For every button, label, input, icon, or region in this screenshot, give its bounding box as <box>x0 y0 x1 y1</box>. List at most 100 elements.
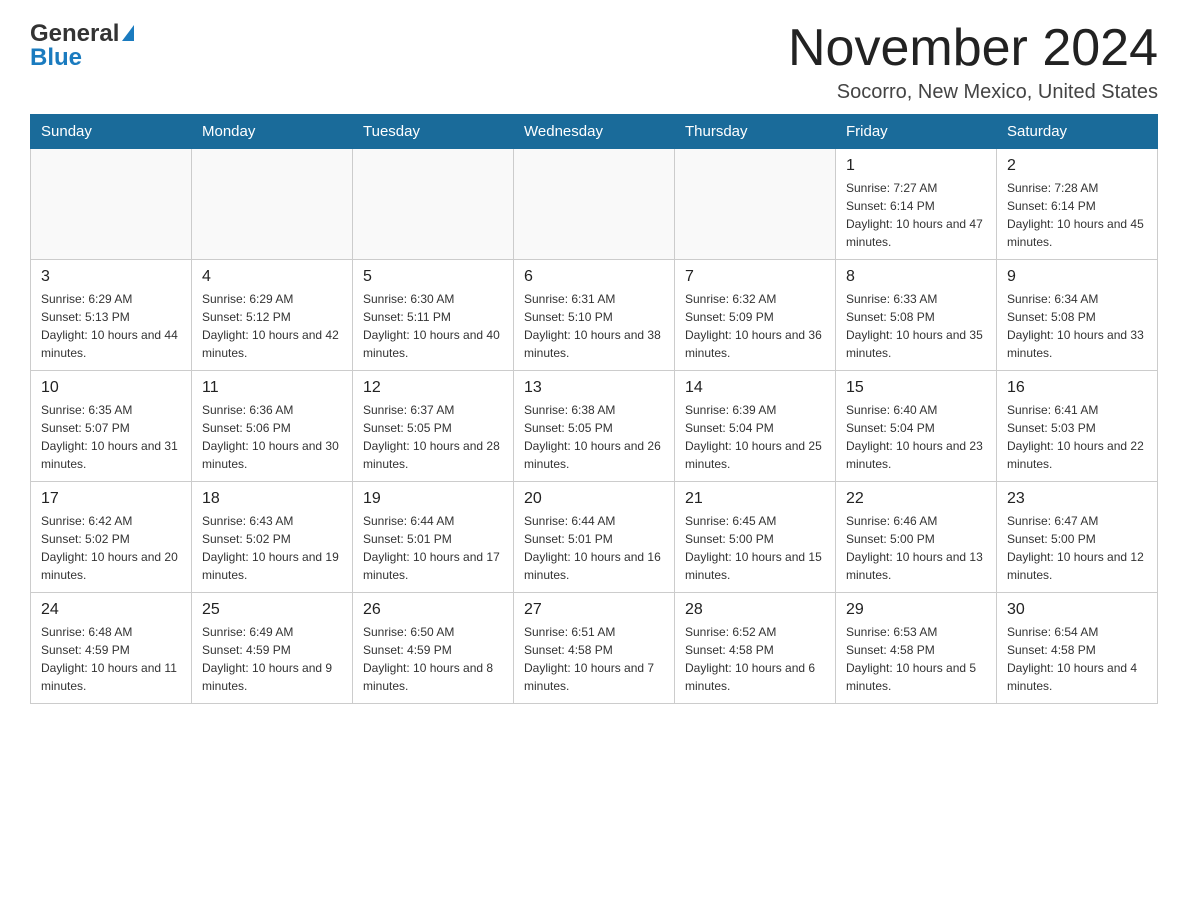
weekday-header-tuesday: Tuesday <box>353 115 514 149</box>
day-info: Sunrise: 7:27 AM Sunset: 6:14 PM Dayligh… <box>846 179 986 251</box>
calendar-cell: 13 Sunrise: 6:38 AM Sunset: 5:05 PM Dayli… <box>514 371 675 482</box>
calendar-cell: 25 Sunrise: 6:49 AM Sunset: 4:59 PM Dayli… <box>192 593 353 704</box>
weekday-header-saturday: Saturday <box>997 115 1158 149</box>
calendar-body: 1 Sunrise: 7:27 AM Sunset: 6:14 PM Daylig… <box>31 149 1158 704</box>
day-info: Sunrise: 6:31 AM Sunset: 5:10 PM Dayligh… <box>524 290 664 362</box>
calendar-cell: 16 Sunrise: 6:41 AM Sunset: 5:03 PM Dayli… <box>997 371 1158 482</box>
day-info: Sunrise: 6:42 AM Sunset: 5:02 PM Dayligh… <box>41 512 181 584</box>
calendar-cell: 17Sunrise: 6:42 AM Sunset: 5:02 PM Dayli… <box>31 482 192 593</box>
day-number: 19 <box>363 490 503 508</box>
calendar-table: SundayMondayTuesdayWednesdayThursdayFrid… <box>30 114 1158 704</box>
day-number: 5 <box>363 268 503 286</box>
day-info: Sunrise: 6:51 AM Sunset: 4:58 PM Dayligh… <box>524 623 664 695</box>
calendar-header: SundayMondayTuesdayWednesdayThursdayFrid… <box>31 115 1158 149</box>
day-number: 20 <box>524 490 664 508</box>
day-number: 7 <box>685 268 825 286</box>
calendar-cell: 11 Sunrise: 6:36 AM Sunset: 5:06 PM Dayli… <box>192 371 353 482</box>
day-info: Sunrise: 6:30 AM Sunset: 5:11 PM Dayligh… <box>363 290 503 362</box>
day-info: Sunrise: 6:50 AM Sunset: 4:59 PM Dayligh… <box>363 623 503 695</box>
calendar-cell: 22Sunrise: 6:46 AM Sunset: 5:00 PM Dayli… <box>836 482 997 593</box>
day-number: 26 <box>363 601 503 619</box>
day-info: Sunrise: 6:54 AM Sunset: 4:58 PM Dayligh… <box>1007 623 1147 695</box>
calendar-cell: 24 Sunrise: 6:48 AM Sunset: 4:59 PM Dayli… <box>31 593 192 704</box>
calendar-cell: 29 Sunrise: 6:53 AM Sunset: 4:58 PM Dayli… <box>836 593 997 704</box>
day-info: Sunrise: 6:44 AM Sunset: 5:01 PM Dayligh… <box>524 512 664 584</box>
day-number: 3 <box>41 268 181 286</box>
calendar-cell: 12 Sunrise: 6:37 AM Sunset: 5:05 PM Dayli… <box>353 371 514 482</box>
page-header: General Blue November 2024 Socorro, New … <box>30 20 1158 104</box>
calendar-week-1: 3 Sunrise: 6:29 AM Sunset: 5:13 PM Daylig… <box>31 260 1158 371</box>
calendar-cell: 21Sunrise: 6:45 AM Sunset: 5:00 PM Dayli… <box>675 482 836 593</box>
calendar-cell: 5 Sunrise: 6:30 AM Sunset: 5:11 PM Daylig… <box>353 260 514 371</box>
day-info: Sunrise: 6:37 AM Sunset: 5:05 PM Dayligh… <box>363 401 503 473</box>
calendar-week-4: 24 Sunrise: 6:48 AM Sunset: 4:59 PM Dayli… <box>31 593 1158 704</box>
day-number: 23 <box>1007 490 1147 508</box>
day-number: 29 <box>846 601 986 619</box>
calendar-cell: 4Sunrise: 6:29 AM Sunset: 5:12 PM Daylig… <box>192 260 353 371</box>
day-info: Sunrise: 6:47 AM Sunset: 5:00 PM Dayligh… <box>1007 512 1147 584</box>
calendar-cell <box>31 149 192 260</box>
calendar-cell: 27 Sunrise: 6:51 AM Sunset: 4:58 PM Dayli… <box>514 593 675 704</box>
day-info: Sunrise: 7:28 AM Sunset: 6:14 PM Dayligh… <box>1007 179 1147 251</box>
day-info: Sunrise: 6:48 AM Sunset: 4:59 PM Dayligh… <box>41 623 181 695</box>
calendar-cell: 18 Sunrise: 6:43 AM Sunset: 5:02 PM Dayli… <box>192 482 353 593</box>
day-info: Sunrise: 6:45 AM Sunset: 5:00 PM Dayligh… <box>685 512 825 584</box>
calendar-cell: 8 Sunrise: 6:33 AM Sunset: 5:08 PM Daylig… <box>836 260 997 371</box>
day-info: Sunrise: 6:33 AM Sunset: 5:08 PM Dayligh… <box>846 290 986 362</box>
day-number: 25 <box>202 601 342 619</box>
weekday-header-thursday: Thursday <box>675 115 836 149</box>
day-number: 11 <box>202 379 342 397</box>
day-number: 24 <box>41 601 181 619</box>
calendar-cell <box>192 149 353 260</box>
calendar-cell: 2 Sunrise: 7:28 AM Sunset: 6:14 PM Daylig… <box>997 149 1158 260</box>
day-number: 15 <box>846 379 986 397</box>
calendar-cell: 26 Sunrise: 6:50 AM Sunset: 4:59 PM Dayli… <box>353 593 514 704</box>
day-number: 28 <box>685 601 825 619</box>
day-number: 13 <box>524 379 664 397</box>
logo-triangle-icon <box>122 25 134 41</box>
calendar-cell: 30Sunrise: 6:54 AM Sunset: 4:58 PM Dayli… <box>997 593 1158 704</box>
calendar-week-0: 1 Sunrise: 7:27 AM Sunset: 6:14 PM Daylig… <box>31 149 1158 260</box>
calendar-week-2: 10Sunrise: 6:35 AM Sunset: 5:07 PM Dayli… <box>31 371 1158 482</box>
day-info: Sunrise: 6:40 AM Sunset: 5:04 PM Dayligh… <box>846 401 986 473</box>
calendar-cell: 9Sunrise: 6:34 AM Sunset: 5:08 PM Daylig… <box>997 260 1158 371</box>
calendar-cell: 23 Sunrise: 6:47 AM Sunset: 5:00 PM Dayli… <box>997 482 1158 593</box>
day-number: 12 <box>363 379 503 397</box>
logo-blue-text: Blue <box>30 44 82 72</box>
day-info: Sunrise: 6:39 AM Sunset: 5:04 PM Dayligh… <box>685 401 825 473</box>
calendar-cell: 28 Sunrise: 6:52 AM Sunset: 4:58 PM Dayli… <box>675 593 836 704</box>
day-info: Sunrise: 6:29 AM Sunset: 5:13 PM Dayligh… <box>41 290 181 362</box>
calendar-cell <box>675 149 836 260</box>
day-number: 6 <box>524 268 664 286</box>
calendar-cell: 10Sunrise: 6:35 AM Sunset: 5:07 PM Dayli… <box>31 371 192 482</box>
logo: General Blue <box>30 20 134 72</box>
day-info: Sunrise: 6:53 AM Sunset: 4:58 PM Dayligh… <box>846 623 986 695</box>
day-number: 22 <box>846 490 986 508</box>
day-number: 9 <box>1007 268 1147 286</box>
day-number: 16 <box>1007 379 1147 397</box>
calendar-cell: 6 Sunrise: 6:31 AM Sunset: 5:10 PM Daylig… <box>514 260 675 371</box>
weekday-header-friday: Friday <box>836 115 997 149</box>
day-info: Sunrise: 6:52 AM Sunset: 4:58 PM Dayligh… <box>685 623 825 695</box>
calendar-week-3: 17Sunrise: 6:42 AM Sunset: 5:02 PM Dayli… <box>31 482 1158 593</box>
day-info: Sunrise: 6:41 AM Sunset: 5:03 PM Dayligh… <box>1007 401 1147 473</box>
day-info: Sunrise: 6:36 AM Sunset: 5:06 PM Dayligh… <box>202 401 342 473</box>
day-number: 18 <box>202 490 342 508</box>
day-info: Sunrise: 6:43 AM Sunset: 5:02 PM Dayligh… <box>202 512 342 584</box>
day-number: 2 <box>1007 157 1147 175</box>
location-subtitle: Socorro, New Mexico, United States <box>788 81 1158 104</box>
day-info: Sunrise: 6:32 AM Sunset: 5:09 PM Dayligh… <box>685 290 825 362</box>
weekday-header-sunday: Sunday <box>31 115 192 149</box>
calendar-cell: 3 Sunrise: 6:29 AM Sunset: 5:13 PM Daylig… <box>31 260 192 371</box>
day-number: 8 <box>846 268 986 286</box>
day-info: Sunrise: 6:38 AM Sunset: 5:05 PM Dayligh… <box>524 401 664 473</box>
weekday-header-monday: Monday <box>192 115 353 149</box>
day-number: 27 <box>524 601 664 619</box>
weekday-header-row: SundayMondayTuesdayWednesdayThursdayFrid… <box>31 115 1158 149</box>
calendar-cell: 15 Sunrise: 6:40 AM Sunset: 5:04 PM Dayli… <box>836 371 997 482</box>
day-number: 1 <box>846 157 986 175</box>
day-info: Sunrise: 6:44 AM Sunset: 5:01 PM Dayligh… <box>363 512 503 584</box>
day-info: Sunrise: 6:49 AM Sunset: 4:59 PM Dayligh… <box>202 623 342 695</box>
calendar-cell: 20 Sunrise: 6:44 AM Sunset: 5:01 PM Dayli… <box>514 482 675 593</box>
calendar-cell: 7 Sunrise: 6:32 AM Sunset: 5:09 PM Daylig… <box>675 260 836 371</box>
